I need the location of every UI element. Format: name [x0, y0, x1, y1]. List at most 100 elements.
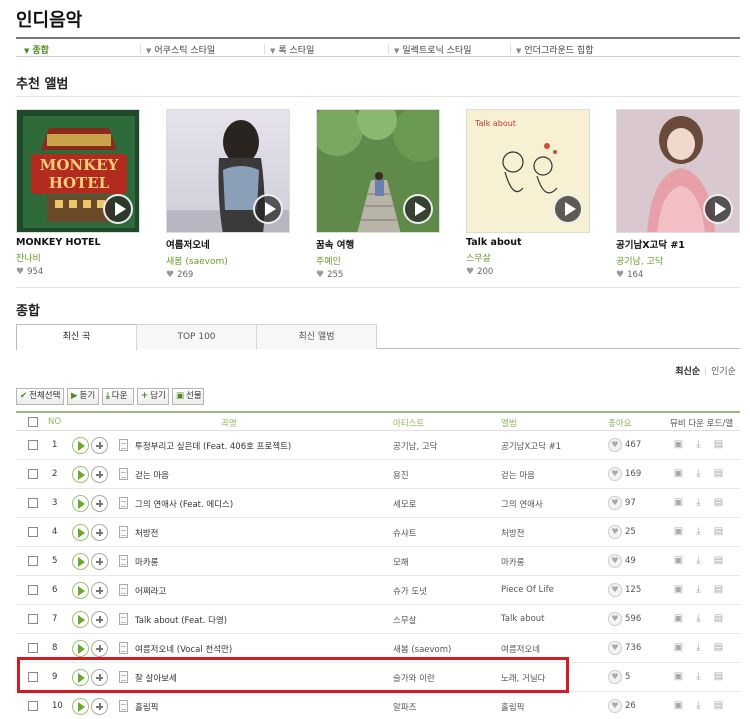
album-title[interactable]: 공기남X고닥 #1	[616, 237, 740, 251]
row-checkbox[interactable]	[28, 672, 38, 682]
add-icon[interactable]	[91, 611, 108, 628]
play-icon[interactable]	[72, 669, 89, 686]
music-video-icon[interactable]: ▣	[673, 555, 684, 567]
album-card[interactable]: 공기남X고닥 #1 공기남, 고닥 ♥ 164	[616, 109, 740, 280]
select-all-button[interactable]: ✔ 전체선택	[16, 388, 64, 405]
tab-latest-albums[interactable]: 최신 앨범	[256, 324, 377, 349]
like-icon[interactable]: ♥	[608, 670, 622, 684]
album-cover[interactable]	[166, 109, 290, 233]
row-checkbox[interactable]	[28, 440, 38, 450]
table-row[interactable]: 3 그의 연애사 (Feat. 에디스) 세모로 그의 연애사 ♥ 97 ▣ ⤓ ▤	[16, 489, 740, 518]
row-checkbox[interactable]	[28, 643, 38, 653]
album-card[interactable]: Talk about Talk about 스무살 ♥ 200	[466, 109, 590, 277]
like-icon[interactable]: ♥	[608, 554, 622, 568]
song-album[interactable]: 홀림픽	[501, 701, 524, 713]
add-icon[interactable]	[91, 669, 108, 686]
sort-popular[interactable]: 인기순	[711, 367, 736, 377]
genre-tab-rock[interactable]: ▼ 록 스타일	[270, 43, 314, 56]
download-icon[interactable]: ⤓	[693, 439, 704, 451]
add-icon[interactable]	[91, 524, 108, 541]
like-icon[interactable]: ♥	[608, 525, 622, 539]
like-icon[interactable]: ♥	[608, 438, 622, 452]
add-icon[interactable]	[91, 698, 108, 715]
download-icon[interactable]: ⤓	[693, 613, 704, 625]
music-video-icon[interactable]: ▣	[673, 526, 684, 538]
row-checkbox[interactable]	[28, 614, 38, 624]
play-icon[interactable]	[72, 582, 89, 599]
lyrics-icon[interactable]	[119, 497, 128, 509]
table-row[interactable]: 10 홀림픽 알파즈 홀림픽 ♥ 26 ▣ ⤓ ▤	[16, 692, 740, 719]
like-icon[interactable]: ♥	[608, 467, 622, 481]
album-title[interactable]: MONKEY HOTEL	[16, 237, 140, 248]
album-icon[interactable]: ▤	[713, 526, 724, 538]
download-icon[interactable]: ⤓	[693, 671, 704, 683]
album-card[interactable]: MONKEY HOTEL MONKEY HOTEL 잔나비 ♥ 954	[16, 109, 140, 277]
add-icon[interactable]	[91, 466, 108, 483]
song-title[interactable]: 걷는 마음	[135, 469, 169, 481]
play-icon[interactable]	[72, 553, 89, 570]
play-icon[interactable]	[72, 495, 89, 512]
genre-tab-electronic[interactable]: ▼ 일렉트로닉 스타일	[394, 43, 472, 56]
album-cover[interactable]	[616, 109, 740, 233]
play-icon[interactable]	[553, 194, 583, 224]
add-icon[interactable]	[91, 640, 108, 657]
music-video-icon[interactable]: ▣	[673, 613, 684, 625]
like-icon[interactable]: ♥	[608, 641, 622, 655]
song-album[interactable]: 공기남X고닥 #1	[501, 440, 561, 452]
table-row[interactable]: 1 투정부리고 싶은데 (Feat. 406호 프로젝트) 공기남, 고닥 공기남X고…	[16, 431, 740, 460]
song-artist[interactable]: 용진	[393, 469, 409, 481]
genre-tab-hiphop[interactable]: ▼ 언더그라운드 힙합	[516, 43, 594, 56]
music-video-icon[interactable]: ▣	[673, 439, 684, 451]
song-album[interactable]: Piece Of Life	[501, 585, 554, 595]
album-artist[interactable]: 새봄 (saevom)	[166, 254, 290, 267]
like-icon[interactable]: ♥	[608, 583, 622, 597]
song-title[interactable]: Talk about (Feat. 다영)	[135, 614, 227, 626]
song-album[interactable]: 걷는 마음	[501, 469, 535, 481]
download-icon[interactable]: ⤓	[693, 526, 704, 538]
download-icon[interactable]: ⤓	[693, 700, 704, 712]
lyrics-icon[interactable]	[119, 584, 128, 596]
download-icon[interactable]: ⤓	[693, 584, 704, 596]
album-title[interactable]: Talk about	[466, 237, 590, 248]
song-album[interactable]: Talk about	[501, 614, 545, 624]
album-icon[interactable]: ▤	[713, 671, 724, 683]
download-icon[interactable]: ⤓	[693, 497, 704, 509]
play-icon[interactable]	[72, 524, 89, 541]
song-artist[interactable]: 새봄 (saevom)	[393, 643, 451, 655]
album-title[interactable]: 꿈속 여행	[316, 237, 440, 251]
add-icon[interactable]	[91, 553, 108, 570]
gift-button[interactable]: ▣ 선물	[172, 388, 204, 405]
play-icon[interactable]	[703, 194, 733, 224]
lyrics-icon[interactable]	[119, 555, 128, 567]
download-icon[interactable]: ⤓	[693, 642, 704, 654]
music-video-icon[interactable]: ▣	[673, 584, 684, 596]
table-row[interactable]: 9 잘 살아보세 슬가와 이란 노래, 거닐다 ♥ 5 ▣ ⤓ ▤	[16, 663, 740, 692]
row-checkbox[interactable]	[28, 498, 38, 508]
like-icon[interactable]: ♥	[608, 699, 622, 713]
add-icon[interactable]	[91, 582, 108, 599]
music-video-icon[interactable]: ▣	[673, 642, 684, 654]
genre-tab-acoustic[interactable]: ▼ 어쿠스틱 스타일	[146, 43, 215, 56]
song-title[interactable]: 홀림픽	[135, 701, 158, 713]
play-icon[interactable]	[72, 640, 89, 657]
song-title[interactable]: 어쩌라고	[135, 585, 166, 597]
table-row[interactable]: 7 Talk about (Feat. 다영) 스무살 Talk about ♥ 596 ▣…	[16, 605, 740, 634]
music-video-icon[interactable]: ▣	[673, 700, 684, 712]
play-icon[interactable]	[72, 466, 89, 483]
song-artist[interactable]: 세모로	[393, 498, 416, 510]
play-icon[interactable]	[103, 194, 133, 224]
album-icon[interactable]: ▤	[713, 497, 724, 509]
album-artist[interactable]: 스무살	[466, 251, 590, 264]
lyrics-icon[interactable]	[119, 642, 128, 654]
album-card[interactable]: 꿈속 여행 주예인 ♥ 255	[316, 109, 440, 280]
album-icon[interactable]: ▤	[713, 584, 724, 596]
add-icon[interactable]	[91, 437, 108, 454]
row-checkbox[interactable]	[28, 469, 38, 479]
add-button[interactable]: + 담기	[137, 388, 169, 405]
song-artist[interactable]: 슈샤트	[393, 527, 416, 539]
table-row[interactable]: 5 마카롱 모해 마카롱 ♥ 49 ▣ ⤓ ▤	[16, 547, 740, 576]
lyrics-icon[interactable]	[119, 439, 128, 451]
song-title[interactable]: 처방전	[135, 527, 158, 539]
song-artist[interactable]: 스무살	[393, 614, 416, 626]
song-title[interactable]: 여름저오네 (Vocal 천석만)	[135, 643, 232, 655]
